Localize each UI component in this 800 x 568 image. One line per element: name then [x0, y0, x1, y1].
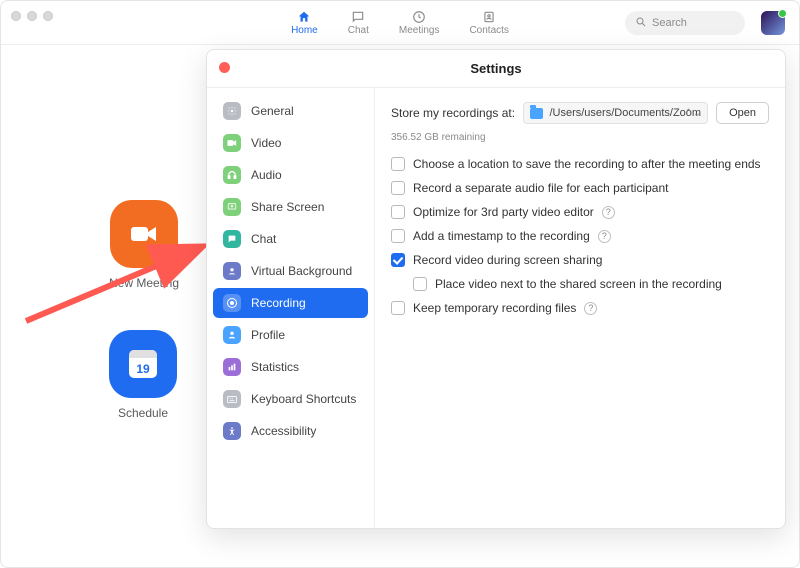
- chat-bubble-icon: [223, 230, 241, 248]
- share-screen-icon: [223, 198, 241, 216]
- settings-title: Settings: [470, 61, 521, 76]
- search-input[interactable]: Search: [625, 11, 745, 35]
- sidebar-item-profile[interactable]: Profile: [213, 320, 368, 350]
- video-camera-icon: [110, 200, 178, 268]
- nav-home-label: Home: [291, 25, 318, 36]
- sidebar-item-recording[interactable]: Recording: [213, 288, 368, 318]
- virtual-background-icon: [223, 262, 241, 280]
- nav-contacts-label: Contacts: [469, 25, 508, 36]
- option-optimize-3rd-party[interactable]: Optimize for 3rd party video editor ?: [391, 205, 769, 219]
- checkbox[interactable]: [391, 229, 405, 243]
- home-tile-new-meeting[interactable]: New Meeting: [109, 200, 179, 290]
- checkbox[interactable]: [391, 205, 405, 219]
- statistics-icon: [223, 358, 241, 376]
- nav-meetings[interactable]: Meetings: [399, 9, 440, 36]
- settings-modal: Settings General Video Audio Share S: [206, 49, 786, 529]
- schedule-label: Schedule: [118, 406, 168, 420]
- option-label: Choose a location to save the recording …: [413, 157, 761, 171]
- gear-icon: [223, 102, 241, 120]
- option-record-during-share[interactable]: Record video during screen sharing: [391, 253, 769, 267]
- recording-path-value: /Users/users/Documents/Zoom: [549, 107, 701, 119]
- settings-sidebar: General Video Audio Share Screen Chat: [207, 88, 375, 528]
- zoom-main-window: Home Chat Meetings Contacts: [0, 0, 800, 568]
- sidebar-item-label: Share Screen: [251, 200, 324, 214]
- close-icon[interactable]: [219, 62, 230, 73]
- accessibility-icon: [223, 422, 241, 440]
- headphones-icon: [223, 166, 241, 184]
- option-place-video-next[interactable]: Place video next to the shared screen in…: [413, 277, 769, 291]
- option-label: Record a separate audio file for each pa…: [413, 181, 669, 195]
- new-meeting-label: New Meeting: [109, 276, 179, 290]
- chevron-updown-icon: ⌃⌄: [684, 108, 701, 119]
- checkbox[interactable]: [391, 181, 405, 195]
- calendar-icon: 19: [109, 330, 177, 398]
- sidebar-item-general[interactable]: General: [213, 96, 368, 126]
- home-icon: [297, 9, 311, 25]
- checkbox[interactable]: [391, 301, 405, 315]
- video-icon: [223, 134, 241, 152]
- nav-chat-label: Chat: [348, 25, 369, 36]
- disk-remaining: 356.52 GB remaining: [391, 132, 769, 143]
- store-recordings-label: Store my recordings at:: [391, 106, 515, 120]
- settings-content: Store my recordings at: /Users/users/Doc…: [375, 88, 785, 528]
- option-label: Keep temporary recording files: [413, 301, 576, 315]
- nav-contacts[interactable]: Contacts: [469, 9, 508, 36]
- sidebar-item-label: Chat: [251, 232, 276, 246]
- keyboard-icon: [223, 390, 241, 408]
- sidebar-item-chat[interactable]: Chat: [213, 224, 368, 254]
- option-add-timestamp[interactable]: Add a timestamp to the recording ?: [391, 229, 769, 243]
- option-separate-audio[interactable]: Record a separate audio file for each pa…: [391, 181, 769, 195]
- sidebar-item-share-screen[interactable]: Share Screen: [213, 192, 368, 222]
- recording-path-select[interactable]: /Users/users/Documents/Zoom ⌃⌄: [523, 102, 708, 124]
- folder-icon: [530, 108, 543, 119]
- option-choose-location[interactable]: Choose a location to save the recording …: [391, 157, 769, 171]
- option-keep-temp-files[interactable]: Keep temporary recording files ?: [391, 301, 769, 315]
- option-label: Optimize for 3rd party video editor: [413, 205, 594, 219]
- option-label: Record video during screen sharing: [413, 253, 602, 267]
- open-button[interactable]: Open: [716, 102, 769, 124]
- profile-icon: [223, 326, 241, 344]
- sidebar-item-statistics[interactable]: Statistics: [213, 352, 368, 382]
- nav-items: Home Chat Meetings Contacts: [291, 9, 509, 36]
- nav-chat[interactable]: Chat: [348, 9, 369, 36]
- help-icon[interactable]: ?: [598, 230, 611, 243]
- sidebar-item-label: Recording: [251, 296, 306, 310]
- sidebar-item-label: Video: [251, 136, 281, 150]
- sidebar-item-audio[interactable]: Audio: [213, 160, 368, 190]
- contacts-icon: [482, 9, 496, 25]
- record-icon: [223, 294, 241, 312]
- home-tile-schedule[interactable]: 19 Schedule: [109, 330, 177, 420]
- help-icon[interactable]: ?: [584, 302, 597, 315]
- nav-meetings-label: Meetings: [399, 25, 440, 36]
- checkbox[interactable]: [391, 157, 405, 171]
- settings-header: Settings: [207, 50, 785, 88]
- sidebar-item-label: Virtual Background: [251, 264, 352, 278]
- nav-home[interactable]: Home: [291, 9, 318, 36]
- option-label: Place video next to the shared screen in…: [435, 277, 722, 291]
- sidebar-item-virtual-background[interactable]: Virtual Background: [213, 256, 368, 286]
- avatar[interactable]: [761, 11, 785, 35]
- sidebar-item-label: Profile: [251, 328, 285, 342]
- checkbox[interactable]: [413, 277, 427, 291]
- clock-icon: [412, 9, 426, 25]
- checkbox[interactable]: [391, 253, 405, 267]
- option-label: Add a timestamp to the recording: [413, 229, 590, 243]
- sidebar-item-accessibility[interactable]: Accessibility: [213, 416, 368, 446]
- sidebar-item-label: General: [251, 104, 294, 118]
- help-icon[interactable]: ?: [602, 206, 615, 219]
- settings-body: General Video Audio Share Screen Chat: [207, 88, 785, 528]
- sidebar-item-label: Accessibility: [251, 424, 316, 438]
- sidebar-item-label: Audio: [251, 168, 282, 182]
- sidebar-item-video[interactable]: Video: [213, 128, 368, 158]
- sidebar-item-keyboard-shortcuts[interactable]: Keyboard Shortcuts: [213, 384, 368, 414]
- sidebar-item-label: Statistics: [251, 360, 299, 374]
- sidebar-item-label: Keyboard Shortcuts: [251, 392, 356, 406]
- search-placeholder: Search: [652, 17, 687, 29]
- chat-icon: [351, 9, 365, 25]
- search-icon: [635, 16, 647, 31]
